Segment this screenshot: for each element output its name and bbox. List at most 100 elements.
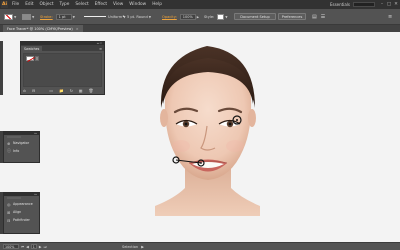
- panel-item-align[interactable]: ⊞ Align: [7, 208, 36, 216]
- panel-item-pathfinder[interactable]: ⊟ Pathfinder: [7, 216, 36, 224]
- prev-page-icon[interactable]: ◀: [26, 245, 29, 249]
- stroke-profile-line: [84, 16, 106, 17]
- navigator-panel-group: ▸▸ ⊕ Navigator ⓘ Info: [3, 131, 40, 163]
- face-photo: [155, 46, 260, 216]
- panel-divider: [7, 136, 21, 138]
- panel-item-appearance[interactable]: ◎ Appearance: [7, 200, 36, 208]
- swatches-panel: ◂◂ ✕ Swatches ≡ ılı ⊟ ▭ 📁 ↻ ▦ 🗑: [20, 41, 105, 95]
- color-group-icon[interactable]: ▦: [79, 88, 83, 93]
- panel-tab-row: Swatches ≡: [21, 45, 104, 51]
- panel-menu-icon[interactable]: ≡: [99, 47, 104, 51]
- uniform-label[interactable]: Uniform: [108, 15, 122, 19]
- new-group-icon[interactable]: 📁: [59, 88, 64, 93]
- stroke-weight-field[interactable]: 1 pt: [55, 13, 72, 20]
- brush-label[interactable]: 5 pt. Round: [127, 15, 148, 19]
- menu-help[interactable]: Help: [150, 2, 164, 7]
- chevron-right-icon[interactable]: ▶: [197, 15, 199, 19]
- registration-swatch[interactable]: [35, 56, 39, 61]
- next-page-icon[interactable]: ▶: [39, 245, 42, 249]
- menu-bar: Ai File Edit Object Type Select Effect V…: [0, 0, 400, 9]
- delete-swatch-icon[interactable]: 🗑: [88, 88, 93, 93]
- close-tab-icon[interactable]: ×: [76, 27, 79, 31]
- panel-item-label: Navigator: [13, 141, 30, 145]
- document-tab-bar: Face Tracer* @ 100% (CMYK/Preview) ×: [0, 25, 400, 32]
- preferences-button[interactable]: Preferences: [278, 13, 306, 20]
- arrange-icon[interactable]: ▤: [312, 14, 317, 20]
- brush-dot-icon: •: [122, 13, 125, 20]
- none-swatch[interactable]: [26, 56, 35, 62]
- panel-item-navigator[interactable]: ⊕ Navigator: [7, 139, 36, 147]
- zoom-field[interactable]: 100%: [3, 244, 19, 249]
- menu-object[interactable]: Object: [38, 2, 56, 7]
- first-page-icon[interactable]: ⏮: [21, 245, 24, 249]
- align-icon[interactable]: ☰: [321, 14, 325, 20]
- search-input[interactable]: [353, 2, 375, 7]
- style-control: Style: ▼: [204, 13, 228, 20]
- chevron-down-icon[interactable]: ▼: [32, 15, 34, 19]
- panel-grip[interactable]: ▸▸: [4, 132, 39, 135]
- panel-item-info[interactable]: ⓘ Info: [7, 147, 36, 155]
- panel-grip[interactable]: ▸▸: [4, 193, 39, 196]
- chevron-down-icon[interactable]: ▼: [149, 15, 151, 19]
- stroke-swatch[interactable]: [22, 13, 31, 20]
- page-number-field[interactable]: 1: [30, 244, 37, 249]
- menu-edit[interactable]: Edit: [23, 2, 35, 7]
- panel-item-label: Pathfinder: [13, 218, 30, 222]
- style-label: Style:: [204, 14, 215, 19]
- current-tool-label: Selection: [122, 244, 139, 249]
- menu-file[interactable]: File: [10, 2, 21, 7]
- control-panel-menu-icon[interactable]: ≡: [388, 14, 392, 20]
- workspace-switcher[interactable]: Essentials: [330, 2, 350, 7]
- menu-window[interactable]: Window: [127, 2, 148, 7]
- control-bar: ▼ ▼ Stroke: 1 pt ▼ Uniform ▼ • 5 pt. Rou…: [0, 9, 400, 25]
- panel-list: ⊕ Navigator ⓘ Info: [4, 138, 39, 156]
- fill-swatch[interactable]: [4, 13, 13, 20]
- document-setup-button[interactable]: Document Setup: [234, 13, 276, 20]
- stroke-color-control[interactable]: ▼: [22, 13, 34, 20]
- panel-list: ◎ Appearance ⊞ Align ⊟ Pathfinder: [4, 199, 39, 225]
- panel-menu-control: ≡: [388, 13, 392, 20]
- swatches-toolbar: ılı ⊟ ▭ 📁 ↻ ▦ 🗑: [23, 87, 102, 93]
- window-controls: Essentials – □ ✕: [330, 0, 400, 9]
- opacity-control: Opacity: 100% ▶: [162, 13, 199, 20]
- swatch-libraries-icon[interactable]: ılı: [23, 88, 26, 93]
- document-tab-title: Face Tracer* @ 100% (CMYK/Preview): [7, 26, 73, 31]
- chevron-down-icon[interactable]: ▼: [14, 15, 16, 19]
- menu-effect[interactable]: Effect: [93, 2, 109, 7]
- document-tab[interactable]: Face Tracer* @ 100% (CMYK/Preview) ×: [3, 25, 83, 32]
- opacity-field[interactable]: 100%: [179, 13, 196, 20]
- status-arrow-icon: ▶: [141, 244, 144, 249]
- minimize-button[interactable]: –: [379, 2, 385, 8]
- document-setup-control: Document Setup: [234, 13, 276, 20]
- app-logo: Ai: [1, 1, 8, 8]
- tab-swatches[interactable]: Swatches: [21, 46, 43, 51]
- opacity-label[interactable]: Opacity:: [162, 15, 177, 19]
- show-kinds-icon[interactable]: ⊟: [32, 88, 35, 93]
- panel-item-label: Appearance: [13, 202, 33, 206]
- stroke-label[interactable]: Stroke:: [40, 15, 53, 19]
- panel-divider: [7, 197, 21, 199]
- current-tool-status[interactable]: Selection ▶: [122, 245, 144, 249]
- stroke-weight-control: Stroke: 1 pt ▼: [40, 13, 75, 20]
- panel-dock-edge[interactable]: [0, 41, 3, 95]
- menu-select[interactable]: Select: [73, 2, 90, 7]
- fill-control[interactable]: ▼: [4, 13, 16, 20]
- new-swatch-icon[interactable]: ↻: [70, 88, 73, 93]
- variable-width-control[interactable]: Uniform ▼: [84, 13, 126, 20]
- panel-item-label: Info: [13, 149, 20, 153]
- last-page-icon[interactable]: ⏭: [44, 245, 47, 249]
- align-icons: ▤ ☰: [312, 13, 329, 20]
- swatch-options-icon[interactable]: ▭: [49, 88, 53, 93]
- preferences-control: Preferences: [278, 13, 306, 20]
- chevron-down-icon[interactable]: ▼: [73, 15, 75, 19]
- chevron-down-icon[interactable]: ▼: [225, 15, 227, 19]
- swatch-grid[interactable]: [23, 53, 102, 87]
- panel-item-label: Align: [13, 210, 22, 214]
- brush-control[interactable]: • 5 pt. Round ▼: [122, 13, 151, 20]
- menu-type[interactable]: Type: [58, 2, 72, 7]
- close-window-button[interactable]: ✕: [393, 2, 399, 8]
- maximize-button[interactable]: □: [386, 2, 392, 8]
- style-swatch[interactable]: [217, 13, 225, 20]
- menu-view[interactable]: View: [111, 2, 125, 7]
- appearance-panel-group: ▸▸ ◎ Appearance ⊞ Align ⊟ Pathfinder: [3, 192, 40, 234]
